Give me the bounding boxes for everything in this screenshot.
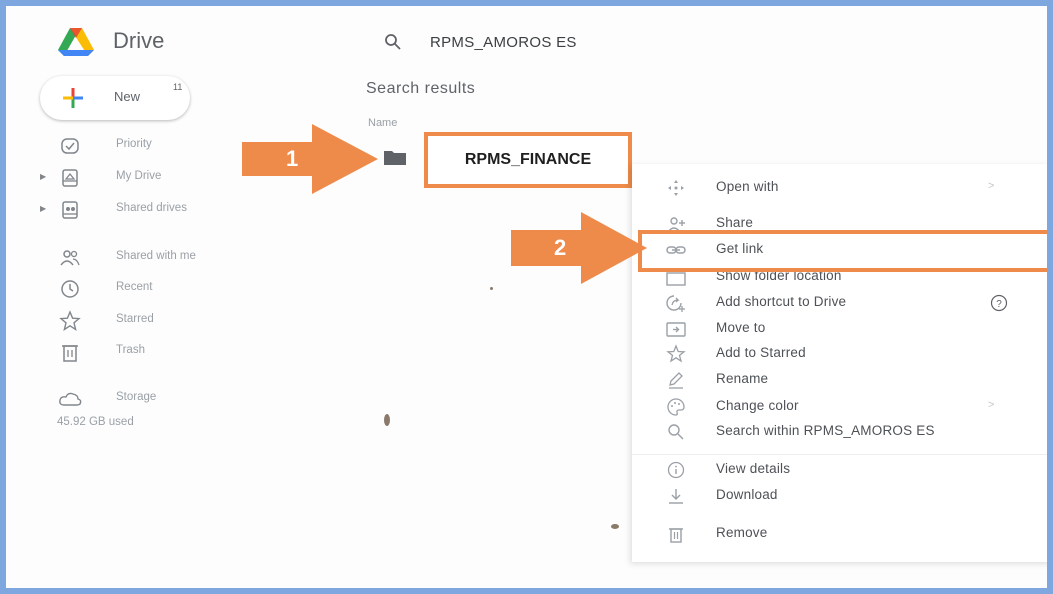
storage-used-text: 45.92 GB used bbox=[57, 416, 134, 428]
step-2-arrow bbox=[511, 212, 647, 284]
sidebar-item-label: Priority bbox=[116, 138, 152, 150]
svg-text:?: ? bbox=[996, 299, 1002, 310]
cloud-icon bbox=[59, 392, 82, 406]
folder-icon[interactable] bbox=[383, 148, 407, 166]
screenshot-frame: Drive RPMS_AMOROS ES New 11 Priority ▶ M… bbox=[0, 0, 1053, 594]
menu-item-label: Download bbox=[716, 487, 778, 502]
clock-icon bbox=[61, 280, 79, 298]
open-with-icon bbox=[668, 180, 684, 196]
download-icon bbox=[669, 489, 683, 504]
search-input[interactable]: RPMS_AMOROS ES bbox=[430, 34, 577, 51]
shared-drives-icon bbox=[62, 201, 78, 219]
info-icon bbox=[667, 461, 685, 479]
sidebar-item-my-drive[interactable]: ▶ My Drive bbox=[40, 166, 240, 190]
menu-item-label: Remove bbox=[716, 525, 768, 540]
sidebar-item-label: Shared drives bbox=[116, 202, 187, 214]
menu-item-label: Search within RPMS_AMOROS ES bbox=[716, 423, 935, 438]
scan-speck bbox=[611, 524, 619, 529]
sidebar-item-priority[interactable]: Priority bbox=[40, 134, 240, 158]
menu-item-download[interactable]: Download bbox=[632, 484, 1047, 508]
sidebar-item-shared-drives[interactable]: ▶ Shared drives bbox=[40, 198, 240, 222]
chevron-right-icon: > bbox=[988, 399, 995, 411]
rename-icon bbox=[669, 372, 683, 389]
menu-item-add-to-starred[interactable]: Add to Starred bbox=[632, 342, 1047, 366]
shared-with-me-icon bbox=[60, 250, 80, 266]
menu-item-remove[interactable]: Remove bbox=[632, 522, 1047, 546]
menu-item-label: Move to bbox=[716, 320, 766, 335]
add-shortcut-icon bbox=[666, 295, 685, 312]
sidebar-item-recent[interactable]: Recent bbox=[40, 277, 240, 301]
sidebar-item-trash[interactable]: Trash bbox=[40, 340, 240, 364]
sidebar-item-label: Trash bbox=[116, 344, 145, 356]
priority-icon bbox=[61, 138, 79, 154]
context-menu: Open with > Share Get link Show folder l… bbox=[632, 164, 1047, 562]
trash-icon bbox=[669, 528, 683, 543]
menu-item-open-with[interactable]: Open with > bbox=[632, 176, 1047, 200]
page-title: Search results bbox=[366, 80, 476, 97]
search-icon[interactable] bbox=[384, 33, 402, 51]
star-icon bbox=[59, 310, 81, 332]
help-icon[interactable]: ? bbox=[990, 294, 1008, 312]
scan-speck bbox=[384, 414, 390, 426]
sidebar-item-label: Recent bbox=[116, 281, 153, 293]
sidebar-item-label: My Drive bbox=[116, 170, 162, 182]
result-folder-name: RPMS_FINANCE bbox=[464, 151, 592, 168]
sidebar-item-label: Shared with me bbox=[116, 250, 196, 262]
app-title: Drive bbox=[113, 28, 165, 53]
get-link-highlight bbox=[638, 230, 1047, 272]
sidebar-item-label: Storage bbox=[116, 391, 157, 403]
menu-divider bbox=[632, 454, 1047, 455]
menu-item-label: Share bbox=[716, 215, 754, 230]
menu-item-change-color[interactable]: Change color > bbox=[632, 395, 1047, 419]
palette-icon bbox=[667, 398, 685, 416]
drive-logo-icon[interactable] bbox=[56, 26, 96, 58]
sidebar-item-storage[interactable]: Storage bbox=[40, 387, 240, 411]
star-icon bbox=[666, 344, 686, 363]
step-1-arrow bbox=[242, 124, 378, 194]
new-button[interactable]: New 11 bbox=[40, 76, 190, 120]
menu-item-add-shortcut[interactable]: Add shortcut to Drive ? bbox=[632, 291, 1047, 315]
step-1-label: 1 bbox=[286, 146, 299, 171]
plus-icon bbox=[63, 88, 83, 108]
expand-caret-icon[interactable]: ▶ bbox=[40, 172, 46, 181]
menu-item-search-within[interactable]: Search within RPMS_AMOROS ES bbox=[632, 420, 1047, 444]
move-to-icon bbox=[666, 322, 686, 337]
sidebar-item-label: Starred bbox=[116, 313, 154, 325]
new-badge: 11 bbox=[173, 82, 183, 92]
menu-item-label: Open with bbox=[716, 179, 779, 194]
menu-item-label: Add to Starred bbox=[716, 345, 806, 360]
sidebar-item-shared-with-me[interactable]: Shared with me bbox=[40, 246, 240, 270]
search-icon bbox=[668, 424, 684, 440]
menu-item-view-details[interactable]: View details bbox=[632, 458, 1047, 482]
my-drive-icon bbox=[62, 169, 78, 187]
result-folder-callout[interactable]: RPMS_FINANCE bbox=[424, 132, 632, 188]
menu-item-label: Rename bbox=[716, 371, 769, 386]
chevron-right-icon: > bbox=[988, 180, 995, 192]
menu-item-move-to[interactable]: Move to bbox=[632, 317, 1047, 341]
menu-item-label: Add shortcut to Drive bbox=[716, 294, 847, 309]
new-button-label: New bbox=[114, 89, 141, 104]
menu-item-label: Change color bbox=[716, 398, 799, 413]
expand-caret-icon[interactable]: ▶ bbox=[40, 204, 46, 213]
trash-icon bbox=[62, 345, 78, 362]
step-2-label: 2 bbox=[554, 235, 567, 260]
menu-item-label: View details bbox=[716, 461, 791, 476]
scan-speck bbox=[490, 287, 493, 290]
menu-item-rename[interactable]: Rename bbox=[632, 368, 1047, 392]
sidebar-item-starred[interactable]: Starred bbox=[40, 309, 240, 333]
